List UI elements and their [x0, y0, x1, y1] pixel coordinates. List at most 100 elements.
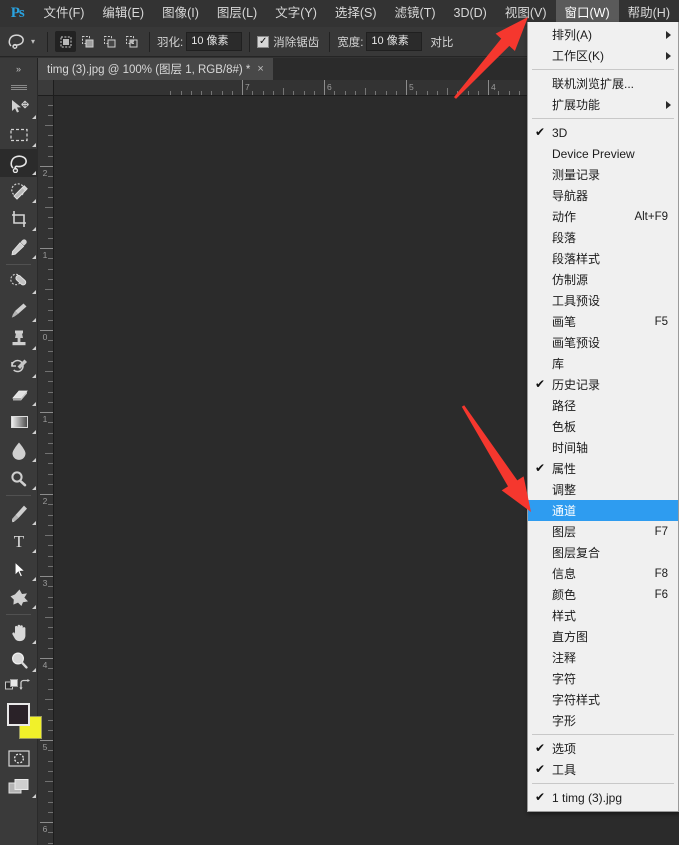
- ruler-major-tick: [40, 740, 53, 741]
- window-menu-item-17[interactable]: 路径: [528, 395, 678, 416]
- window-menu-item-14[interactable]: 画笔预设: [528, 332, 678, 353]
- menubar-item-6[interactable]: 滤镜(T): [386, 0, 445, 27]
- tool-preset-chevron-icon[interactable]: ▾: [31, 37, 35, 46]
- window-menu-item-30[interactable]: 字符: [528, 668, 678, 689]
- custom-shape-tool[interactable]: [0, 583, 38, 611]
- tool-expand-triangle-icon: [32, 227, 36, 231]
- checkmark-icon: ✔: [535, 790, 546, 804]
- window-menu-item-3[interactable]: 扩展功能: [528, 94, 678, 115]
- window-menu-item-32[interactable]: 字形: [528, 710, 678, 731]
- tool-expand-triangle-icon: [32, 668, 36, 672]
- window-menu-item-29[interactable]: 注释: [528, 647, 678, 668]
- window-menu-item-11[interactable]: 仿制源: [528, 269, 678, 290]
- clone-stamp-tool[interactable]: [0, 324, 38, 352]
- tools-panel-grip[interactable]: [0, 80, 37, 93]
- window-menu-item-label: 字符: [552, 672, 577, 686]
- window-menu-item-28[interactable]: 直方图: [528, 626, 678, 647]
- subtract-from-selection-button[interactable]: [99, 31, 120, 52]
- ruler-major-tick: [40, 494, 53, 495]
- brush-tool[interactable]: [0, 296, 38, 324]
- ruler-origin-corner[interactable]: [38, 80, 54, 96]
- window-menu-item-15[interactable]: 库: [528, 353, 678, 374]
- ruler-minor-tick: [45, 207, 53, 208]
- window-menu-item-18[interactable]: 色板: [528, 416, 678, 437]
- window-menu-item-9[interactable]: 段落: [528, 227, 678, 248]
- blur-tool[interactable]: [0, 436, 38, 464]
- window-menu-item-4[interactable]: ✔ 3D: [528, 122, 678, 143]
- menu-separator: [532, 783, 674, 784]
- menubar-item-7[interactable]: 3D(D): [445, 0, 496, 27]
- gradient-tool[interactable]: [0, 408, 38, 436]
- window-menu-item-27[interactable]: 样式: [528, 605, 678, 626]
- window-menu-item-31[interactable]: 字符样式: [528, 689, 678, 710]
- history-brush-tool[interactable]: [0, 352, 38, 380]
- close-icon[interactable]: ×: [257, 63, 263, 75]
- tool-expand-triangle-icon: [32, 255, 36, 259]
- lasso-tool[interactable]: [0, 149, 38, 177]
- submenu-arrow-icon: [666, 101, 671, 109]
- spot-healing-brush-tool[interactable]: [0, 268, 38, 296]
- window-menu-item-26[interactable]: 颜色 F6: [528, 584, 678, 605]
- zoom-tool[interactable]: [0, 646, 38, 674]
- window-menu-item-12[interactable]: 工具预设: [528, 290, 678, 311]
- window-menu-item-34[interactable]: ✔ 工具: [528, 759, 678, 780]
- ruler-major-tick: [40, 412, 53, 413]
- window-menu-item-16[interactable]: ✔ 历史记录: [528, 374, 678, 395]
- hand-tool[interactable]: [0, 618, 38, 646]
- menubar-item-0[interactable]: 文件(F): [34, 0, 93, 27]
- antialias-checkbox[interactable]: ✓ 消除锯齿: [257, 34, 322, 50]
- window-menu-item-23[interactable]: 图层 F7: [528, 521, 678, 542]
- window-menu-item-label: 测量记录: [552, 168, 601, 182]
- document-tab[interactable]: timg (3).jpg @ 100% (图层 1, RGB/8#) * ×: [38, 58, 274, 80]
- menubar-item-1[interactable]: 编辑(E): [93, 0, 153, 27]
- window-menu-item-35[interactable]: ✔ 1 timg (3).jpg: [528, 787, 678, 808]
- window-menu-item-21[interactable]: 调整: [528, 479, 678, 500]
- ruler-major-tick: [242, 80, 243, 95]
- tool-expand-triangle-icon: [32, 605, 36, 609]
- dodge-tool[interactable]: [0, 464, 38, 492]
- eraser-tool[interactable]: [0, 380, 38, 408]
- quick-selection-tool[interactable]: [0, 177, 38, 205]
- panel-expand-icon[interactable]: »: [0, 58, 38, 80]
- pen-tool[interactable]: [0, 499, 38, 527]
- path-selection-tool[interactable]: [0, 555, 38, 583]
- move-tool[interactable]: [0, 93, 38, 121]
- window-menu-item-6[interactable]: 测量记录: [528, 164, 678, 185]
- width-input[interactable]: 10 像素: [366, 32, 423, 51]
- window-menu-item-13[interactable]: 画笔 F5: [528, 311, 678, 332]
- horizontal-type-tool[interactable]: T: [0, 527, 38, 555]
- menubar-item-2[interactable]: 图像(I): [153, 0, 208, 27]
- window-menu-item-19[interactable]: 时间轴: [528, 437, 678, 458]
- swap-colors-icon[interactable]: [19, 679, 32, 691]
- window-menu-item-8[interactable]: 动作 Alt+F9: [528, 206, 678, 227]
- feather-input[interactable]: 10 像素: [186, 32, 243, 51]
- default-colors-icon[interactable]: [5, 679, 19, 691]
- menubar-item-5[interactable]: 选择(S): [326, 0, 386, 27]
- foreground-color-swatch[interactable]: [7, 703, 30, 726]
- window-menu-item-24[interactable]: 图层复合: [528, 542, 678, 563]
- menubar-item-4[interactable]: 文字(Y): [266, 0, 326, 27]
- menubar-item-3[interactable]: 图层(L): [208, 0, 266, 27]
- window-menu-item-20[interactable]: ✔ 属性: [528, 458, 678, 479]
- ruler-label: 4: [491, 82, 496, 92]
- window-menu-item-25[interactable]: 信息 F8: [528, 563, 678, 584]
- photoshop-logo-icon: Ps: [10, 5, 25, 21]
- screen-mode-button[interactable]: [0, 772, 38, 800]
- window-menu-item-7[interactable]: 导航器: [528, 185, 678, 206]
- window-menu-item-1[interactable]: 工作区(K): [528, 45, 678, 66]
- window-menu-item-2[interactable]: 联机浏览扩展...: [528, 73, 678, 94]
- quick-mask-mode-button[interactable]: [0, 744, 38, 772]
- intersect-selection-button[interactable]: [121, 31, 142, 52]
- window-menu-item-33[interactable]: ✔ 选项: [528, 738, 678, 759]
- window-menu-item-0[interactable]: 排列(A): [528, 24, 678, 45]
- eyedropper-tool[interactable]: [0, 233, 38, 261]
- lasso-tool-icon[interactable]: [4, 30, 30, 54]
- new-selection-button[interactable]: [55, 31, 77, 52]
- window-menu-item-5[interactable]: Device Preview: [528, 143, 678, 164]
- window-menu-item-22[interactable]: 通道: [528, 500, 678, 521]
- window-menu-item-10[interactable]: 段落样式: [528, 248, 678, 269]
- rectangular-marquee-tool[interactable]: [0, 121, 38, 149]
- add-to-selection-button[interactable]: [77, 31, 98, 52]
- ruler-major-tick: [40, 330, 53, 331]
- crop-tool[interactable]: [0, 205, 38, 233]
